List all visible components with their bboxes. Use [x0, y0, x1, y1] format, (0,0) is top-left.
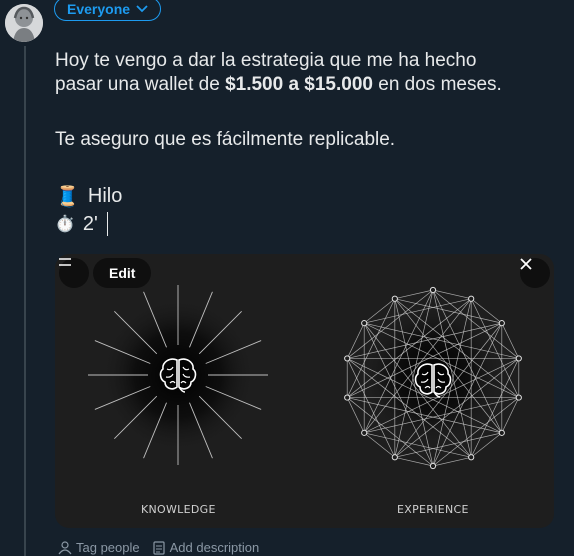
post-text-line-1[interactable]: Hoy te vengo a dar la estrategia que me … [55, 49, 476, 73]
close-icon [520, 258, 532, 270]
tag-people-button[interactable]: Tag people [58, 540, 140, 555]
network-node [515, 394, 522, 401]
media-menu-button[interactable] [59, 258, 89, 288]
post-text-line-2[interactable]: pasar una wallet de $1.500 a $15.000 en … [55, 73, 502, 97]
avatar[interactable] [5, 4, 43, 42]
network-node [468, 295, 475, 302]
attached-image[interactable]: Edit KNOWLEDGE EXPERIENCE [55, 254, 554, 528]
network-node [429, 286, 437, 294]
experience-glow [363, 305, 503, 445]
audience-label: Everyone [67, 1, 131, 17]
network-node [498, 320, 505, 327]
text-caret [106, 212, 109, 236]
edit-media-button[interactable]: Edit [93, 258, 152, 288]
chevron-down-icon [136, 5, 148, 13]
network-node [515, 355, 522, 362]
thread-line[interactable]: 🧵 Hilo [55, 184, 122, 209]
post-text-line-2-suffix: en dos meses. [372, 74, 502, 95]
network-node [498, 429, 505, 436]
network-edge [346, 322, 365, 359]
experience-caption: EXPERIENCE [397, 503, 469, 516]
post-text-line-3[interactable]: Te aseguro que es fácilmente replicable. [55, 128, 395, 152]
add-description-button[interactable]: Add description [152, 540, 260, 555]
network-node [391, 454, 398, 461]
edit-media-label: Edit [109, 265, 136, 281]
network-node [344, 355, 351, 362]
menu-lines-icon [59, 258, 71, 266]
network-node [344, 394, 351, 401]
media-footer: Tag people Add description [58, 540, 259, 555]
network-node [391, 295, 398, 302]
timer-label: 2' [82, 212, 98, 235]
add-description-label: Add description [169, 540, 260, 555]
thread-label: Hilo [87, 185, 123, 207]
avatar-image [5, 4, 43, 42]
network-edge [501, 397, 520, 434]
remove-media-button[interactable] [520, 258, 550, 288]
network-edge [501, 322, 520, 359]
post-text-line-2-prefix: pasar una wallet de [55, 74, 226, 95]
document-icon [153, 540, 165, 555]
knowledge-caption: KNOWLEDGE [141, 503, 216, 516]
tag-people-label: Tag people [76, 540, 140, 555]
network-node [361, 429, 368, 436]
stopwatch-icon: ⏱️ [55, 216, 75, 233]
audience-selector[interactable]: Everyone [54, 0, 162, 21]
media-artwork [88, 285, 522, 470]
person-icon [58, 540, 72, 554]
network-node [468, 454, 475, 461]
thread-spool-icon: 🧵 [55, 186, 80, 208]
timer-line[interactable]: ⏱️ 2' [55, 212, 109, 236]
post-text-amount: $1.500 a $15.000 [225, 74, 373, 95]
network-edge [346, 397, 365, 434]
network-node [429, 462, 437, 470]
thread-connector-line [24, 46, 26, 556]
network-node [361, 320, 368, 327]
